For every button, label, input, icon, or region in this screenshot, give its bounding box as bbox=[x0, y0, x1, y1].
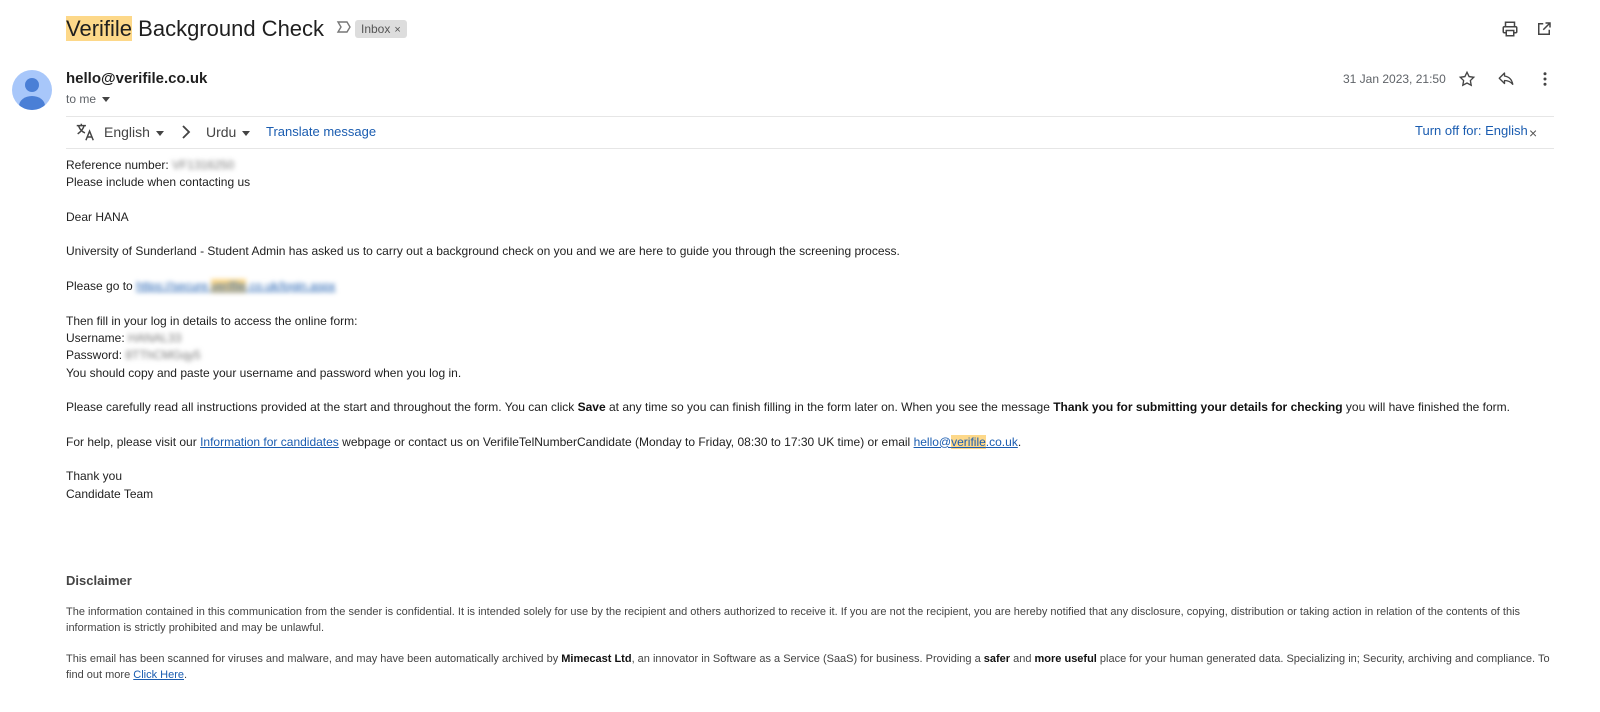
more-useful-keyword: more useful bbox=[1034, 653, 1097, 665]
mimecast-text: This email has been scanned for viruses … bbox=[66, 653, 562, 665]
help-text: . bbox=[1017, 434, 1022, 449]
subject-highlight: Verifile bbox=[66, 16, 133, 41]
source-language-dropdown[interactable]: English bbox=[104, 124, 164, 140]
open-in-new-window-icon[interactable] bbox=[1532, 17, 1556, 41]
star-icon[interactable] bbox=[1455, 67, 1479, 91]
mimecast-text: . bbox=[184, 669, 188, 681]
save-keyword: Save bbox=[577, 400, 606, 415]
login-url-part: .co.uk/login.aspx bbox=[246, 279, 336, 294]
importance-marker-icon[interactable] bbox=[336, 19, 352, 35]
reply-icon[interactable] bbox=[1494, 67, 1518, 91]
sender-email[interactable]: hello@verifile.co.uk bbox=[66, 70, 207, 87]
username-value: HANAL33 bbox=[128, 330, 182, 345]
chevron-down-icon bbox=[102, 97, 111, 103]
reference-number: VF1316250 bbox=[172, 158, 235, 172]
help-text: webpage or contact us on VerifileTelNumb… bbox=[338, 434, 914, 449]
mimecast-paragraph: This email has been scanned for viruses … bbox=[66, 651, 1554, 683]
instructions-text: you will have finished the form. bbox=[1342, 400, 1511, 415]
close-translate-bar-icon[interactable]: × bbox=[1529, 125, 1537, 141]
login-url-highlight: verifile bbox=[211, 279, 247, 294]
login-url-link[interactable]: https://secure.verifile.co.uk/login.aspx bbox=[136, 279, 336, 294]
inbox-label-text: Inbox bbox=[361, 22, 391, 36]
reference-label: Reference number: bbox=[66, 158, 169, 172]
target-language-label: Urdu bbox=[206, 124, 237, 140]
translate-bar-divider-bottom bbox=[66, 148, 1554, 149]
help-text: For help, please visit our bbox=[66, 434, 201, 449]
disclaimer-title: Disclaimer bbox=[66, 573, 132, 588]
goto-label: Please go to bbox=[66, 279, 133, 294]
help-email-part: hello@ bbox=[913, 434, 952, 449]
mimecast-text: , an innovator in Software as a Service … bbox=[631, 653, 984, 665]
recipient-details-toggle[interactable]: to me bbox=[66, 92, 111, 106]
disclaimer-paragraph: The information contained in this commun… bbox=[66, 606, 1521, 634]
translate-message-link[interactable]: Translate message bbox=[266, 124, 376, 139]
email-subject: Verifile Background Check bbox=[66, 14, 324, 44]
translate-bar-divider-top bbox=[66, 116, 1554, 117]
copy-note: You should copy and paste your username … bbox=[66, 365, 462, 380]
username-label: Username: bbox=[66, 330, 125, 345]
instructions-text: at any time so you can finish filling in… bbox=[605, 400, 1054, 415]
turn-off-translation-link[interactable]: Turn off for: English bbox=[1415, 123, 1528, 138]
completion-message: Thank you for submitting your details fo… bbox=[1053, 400, 1343, 415]
password-label: Password: bbox=[66, 348, 123, 363]
username-line: Username: HANAL33 bbox=[66, 330, 1546, 347]
subject-rest: Background Check bbox=[132, 16, 325, 41]
click-here-link[interactable]: Click Here bbox=[133, 669, 184, 681]
email-date: 31 Jan 2023, 21:50 bbox=[1343, 72, 1446, 86]
safer-keyword: safer bbox=[983, 653, 1011, 665]
source-language-label: English bbox=[104, 124, 150, 140]
help-email-highlight: verifile bbox=[951, 434, 986, 449]
print-icon[interactable] bbox=[1498, 17, 1522, 41]
reference-line: Reference number: VF1316250 bbox=[66, 157, 1546, 174]
remove-label-icon[interactable]: × bbox=[394, 24, 400, 36]
chevron-right-icon bbox=[179, 124, 193, 145]
password-value: 8TThCMGqy5 bbox=[125, 348, 201, 363]
password-line: Password: 8TThCMGqy5 bbox=[66, 347, 1546, 364]
signature: Candidate Team bbox=[66, 486, 154, 501]
help-paragraph: For help, please visit our Information f… bbox=[66, 434, 1546, 451]
email-body: Reference number: VF1316250 Please inclu… bbox=[66, 157, 1546, 503]
mimecast-name: Mimecast Ltd bbox=[561, 653, 632, 665]
reference-note: Please include when contacting us bbox=[66, 175, 251, 190]
help-email-part: .co.uk bbox=[985, 434, 1018, 449]
more-vertical-icon[interactable] bbox=[1533, 67, 1557, 91]
instructions-text: Please carefully read all instructions p… bbox=[66, 400, 578, 415]
information-for-candidates-link[interactable]: Information for candidates bbox=[200, 435, 339, 449]
goto-line: Please go to https://secure.verifile.co.… bbox=[66, 278, 1546, 295]
target-language-dropdown[interactable]: Urdu bbox=[206, 124, 251, 140]
intro-paragraph: University of Sunderland - Student Admin… bbox=[66, 244, 900, 259]
instructions-paragraph: Please carefully read all instructions p… bbox=[66, 399, 1546, 416]
login-url-part: https://secure. bbox=[136, 279, 212, 294]
inbox-label-chip[interactable]: Inbox × bbox=[355, 20, 407, 38]
chevron-down-icon bbox=[242, 130, 251, 136]
mimecast-text: and bbox=[1010, 653, 1035, 665]
help-email-link[interactable]: hello@verifile.co.uk bbox=[913, 434, 1018, 449]
fill-in-instructions: Then fill in your log in details to acce… bbox=[66, 313, 358, 328]
chevron-down-icon bbox=[155, 130, 164, 136]
recipient-text: to me bbox=[66, 92, 97, 106]
sign-off: Thank you bbox=[66, 469, 123, 484]
translate-icon bbox=[74, 121, 96, 148]
greeting: Dear HANA bbox=[66, 209, 129, 224]
sender-avatar[interactable] bbox=[12, 70, 52, 110]
